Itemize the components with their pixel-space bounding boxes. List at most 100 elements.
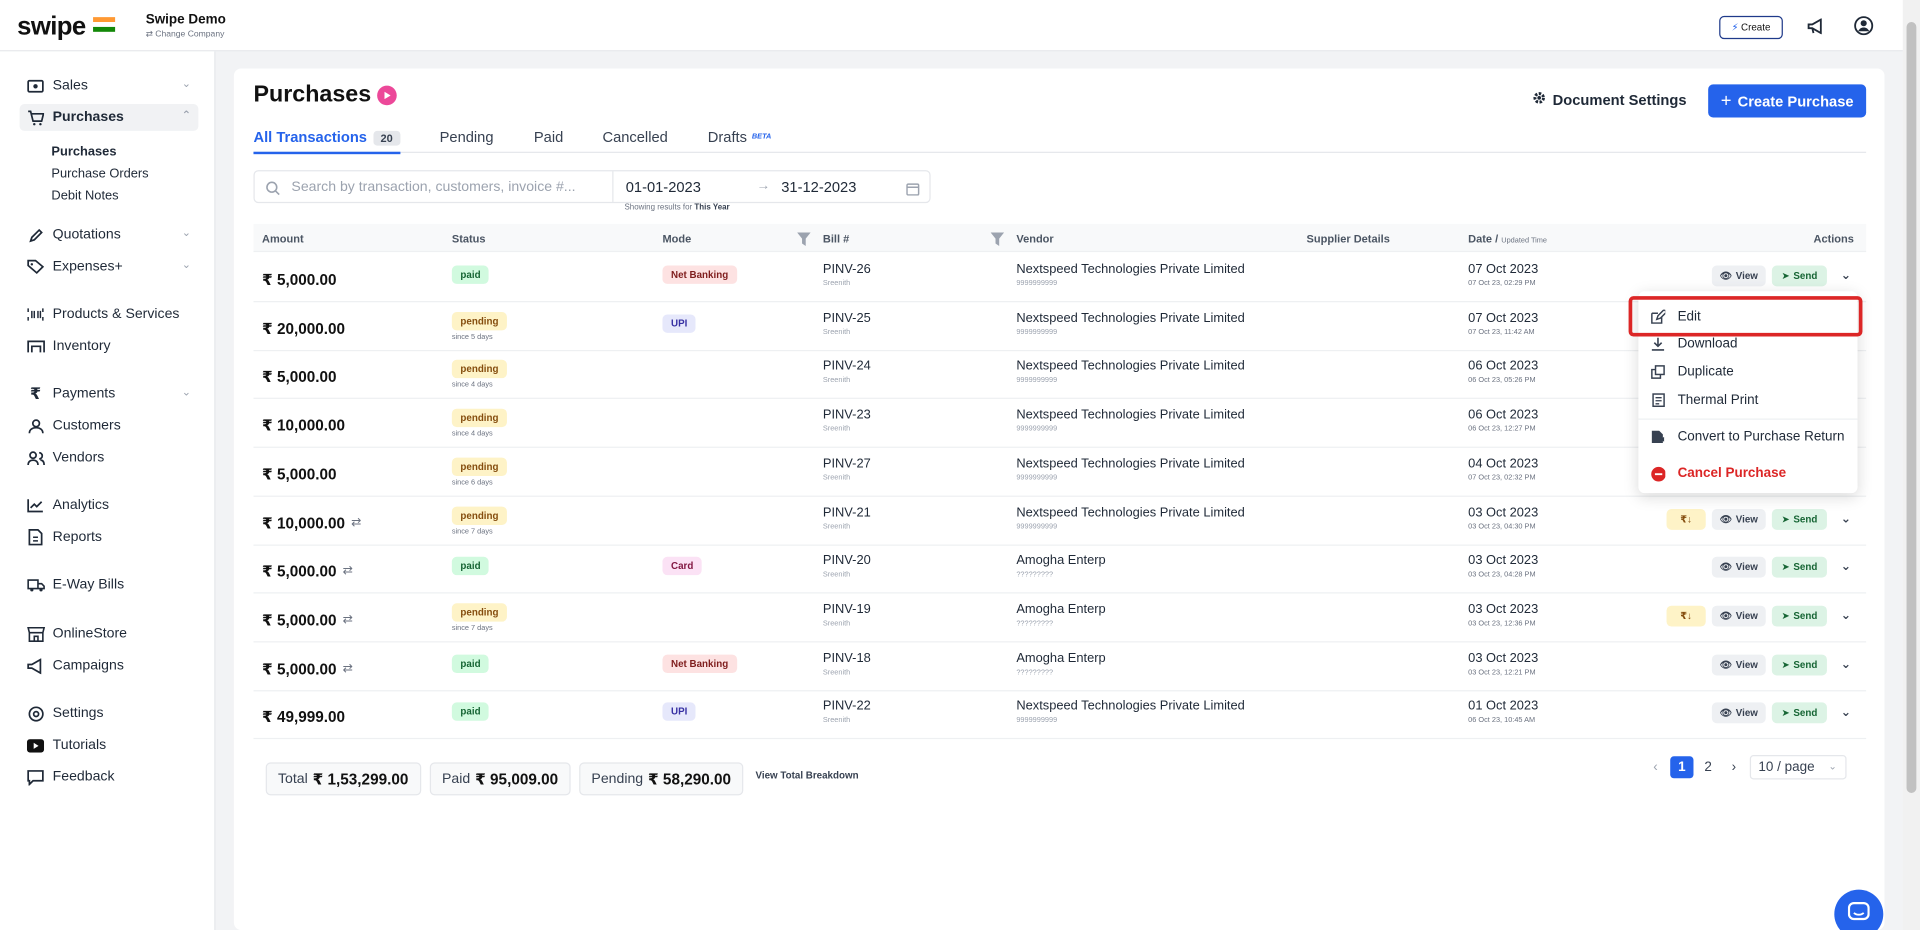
bill-number[interactable]: PINV-27 xyxy=(823,456,871,471)
more-actions-chevron-icon[interactable]: ⌄ xyxy=(1835,654,1857,675)
menu-item-convert-purchase-return[interactable]: Convert to Purchase Return xyxy=(1651,425,1849,449)
sidebar-item-sales[interactable]: Sales ⌄ xyxy=(20,72,199,99)
bill-number[interactable]: PINV-18 xyxy=(823,651,871,666)
view-button[interactable]: 👁︎ View xyxy=(1711,702,1766,724)
send-button[interactable]: ➤ Send xyxy=(1771,557,1827,578)
sidebar-item-vendors[interactable]: Vendors xyxy=(20,444,199,471)
per-page-select[interactable]: 10 / page ⌄ xyxy=(1749,755,1847,780)
header-vendor[interactable]: Vendor xyxy=(1016,233,1053,245)
sidebar-item-purchases[interactable]: Purchases ⌃ xyxy=(19,104,199,131)
record-payment-button[interactable]: ₹↓ xyxy=(1666,508,1706,530)
more-actions-chevron-icon[interactable]: ⌄ xyxy=(1835,557,1857,578)
more-actions-chevron-icon[interactable]: ⌄ xyxy=(1835,702,1857,724)
search-input[interactable] xyxy=(291,176,610,199)
pagination-page-1[interactable]: 1 xyxy=(1670,756,1694,779)
send-button[interactable]: ➤ Send xyxy=(1771,654,1827,675)
view-button[interactable]: 👁︎ View xyxy=(1711,508,1766,530)
send-button[interactable]: ➤ Send xyxy=(1771,702,1827,724)
table-row[interactable]: ₹ 10,000.00 ⇄ pending since 7 days PINV-21 Sr… xyxy=(253,496,1867,546)
pagination-next[interactable]: › xyxy=(1727,756,1742,778)
bill-number[interactable]: PINV-21 xyxy=(823,505,871,520)
vendor-name[interactable]: Nextspeed Technologies Private Limited xyxy=(1016,456,1244,471)
table-row[interactable]: ₹ 20,000.00 pending since 5 days UPI PINV-25… xyxy=(253,302,1867,351)
table-row[interactable]: ₹ 49,999.00 paid UPI PINV-22 Sreenith Nextspe… xyxy=(253,691,1867,740)
tab-drafts[interactable]: Drafts BETA xyxy=(708,128,772,145)
table-row[interactable]: ₹ 10,000.00 pending since 4 days PINV-23 Sre… xyxy=(253,399,1867,448)
user-account-icon[interactable] xyxy=(1853,15,1875,37)
table-row[interactable]: ₹ 5,000.00 ⇄ paid Card PINV-20 Sreenith Amogha… xyxy=(253,545,1867,594)
bill-number[interactable]: PINV-24 xyxy=(823,359,871,374)
header-amount[interactable]: Amount xyxy=(262,233,304,245)
vendor-name[interactable]: Nextspeed Technologies Private Limited xyxy=(1016,262,1244,277)
create-purchase-button[interactable]: + Create Purchase xyxy=(1708,84,1867,118)
play-video-icon[interactable] xyxy=(377,85,397,106)
vendor-name[interactable]: Amogha Enterp xyxy=(1016,602,1105,617)
bill-number[interactable]: PINV-22 xyxy=(823,699,871,714)
date-from-input[interactable]: 01-01-2023 xyxy=(626,179,701,196)
table-row[interactable]: ₹ 5,000.00 ⇄ paid Net Banking PINV-18 Sreenit… xyxy=(253,642,1867,691)
pagination-page-2[interactable]: 2 xyxy=(1698,756,1718,778)
sidebar-item-products-services[interactable]: Products & Services xyxy=(20,301,199,328)
menu-item-cancel-purchase[interactable]: Cancel Purchase xyxy=(1651,461,1849,485)
table-row[interactable]: ₹ 5,000.00 pending since 6 days PINV-27 Sree… xyxy=(253,448,1867,497)
vendor-name[interactable]: Nextspeed Technologies Private Limited xyxy=(1016,699,1244,714)
more-actions-chevron-icon[interactable]: ⌄ xyxy=(1835,265,1857,287)
view-button[interactable]: 👁︎ View xyxy=(1711,265,1766,287)
sidebar-item-eway-bills[interactable]: E-Way Bills xyxy=(20,571,199,598)
menu-item-thermal-print[interactable]: Thermal Print xyxy=(1651,388,1849,412)
sidebar-item-tutorials[interactable]: Tutorials xyxy=(20,732,199,759)
header-status[interactable]: Status xyxy=(452,233,486,245)
calendar-icon[interactable] xyxy=(906,180,920,202)
header-date[interactable]: Date / Updated Time xyxy=(1468,233,1547,245)
bill-number[interactable]: PINV-25 xyxy=(823,310,871,325)
date-to-input[interactable]: 31-12-2023 xyxy=(781,179,856,196)
chat-support-button[interactable] xyxy=(1834,889,1884,930)
table-row[interactable]: ₹ 5,000.00 ⇄ pending since 7 days PINV-19 Sre… xyxy=(253,593,1867,643)
sidebar-item-customers[interactable]: Customers xyxy=(20,412,199,439)
create-button[interactable]: ⚡ Create xyxy=(1719,15,1783,40)
vendor-name[interactable]: Nextspeed Technologies Private Limited xyxy=(1016,359,1244,374)
tab-pending[interactable]: Pending xyxy=(440,128,494,145)
bill-number[interactable]: PINV-19 xyxy=(823,602,871,617)
more-actions-chevron-icon[interactable]: ⌄ xyxy=(1835,508,1857,530)
bill-number[interactable]: PINV-26 xyxy=(823,262,871,277)
change-company-link[interactable]: ⇄ Change Company xyxy=(146,29,226,40)
tab-cancelled[interactable]: Cancelled xyxy=(602,128,667,145)
document-settings-button[interactable]: Document Settings xyxy=(1532,91,1687,109)
filter-icon[interactable] xyxy=(990,230,1005,252)
logo[interactable]: swipe xyxy=(17,12,86,41)
sidebar-item-campaigns[interactable]: Campaigns xyxy=(20,652,199,679)
filter-icon[interactable] xyxy=(797,230,811,252)
sidebar-item-analytics[interactable]: Analytics xyxy=(20,492,199,519)
tab-paid[interactable]: Paid xyxy=(534,128,563,145)
record-payment-button[interactable]: ₹↓ xyxy=(1666,605,1706,627)
sidebar-item-reports[interactable]: Reports xyxy=(20,524,199,551)
sidebar-subitem-purchase-orders[interactable]: Purchase Orders xyxy=(51,166,148,181)
vendor-name[interactable]: Nextspeed Technologies Private Limited xyxy=(1016,310,1244,325)
table-row[interactable]: ₹ 5,000.00 pending since 4 days PINV-24 Sree… xyxy=(253,350,1867,400)
more-actions-chevron-icon[interactable]: ⌄ xyxy=(1835,605,1857,627)
megaphone-icon[interactable] xyxy=(1805,15,1827,37)
sidebar-item-payments[interactable]: ₹ Payments ⌄ xyxy=(20,381,199,408)
sidebar-item-onlinestore[interactable]: OnlineStore xyxy=(20,620,199,647)
header-bill[interactable]: Bill # xyxy=(823,233,849,245)
pagination-prev[interactable]: ‹ xyxy=(1648,756,1663,778)
tab-all-transactions[interactable]: All Transactions 20 xyxy=(253,128,401,146)
sidebar-subitem-debit-notes[interactable]: Debit Notes xyxy=(51,188,118,203)
send-button[interactable]: ➤ Send xyxy=(1771,605,1827,627)
send-button[interactable]: ➤ Send xyxy=(1771,265,1827,287)
sidebar-item-inventory[interactable]: Inventory xyxy=(20,333,199,360)
sidebar-subitem-purchases[interactable]: Purchases xyxy=(51,144,116,159)
vendor-name[interactable]: Amogha Enterp xyxy=(1016,651,1105,666)
vendor-name[interactable]: Nextspeed Technologies Private Limited xyxy=(1016,505,1244,520)
send-button[interactable]: ➤ Send xyxy=(1771,508,1827,530)
view-button[interactable]: 👁︎ View xyxy=(1711,557,1766,578)
scrollbar[interactable] xyxy=(1902,0,1920,930)
vendor-name[interactable]: Amogha Enterp xyxy=(1016,553,1105,568)
header-mode[interactable]: Mode xyxy=(662,233,691,245)
sidebar-item-expenses[interactable]: Expenses+ ⌄ xyxy=(20,253,199,280)
company-switcher[interactable]: Swipe Demo ⇄ Change Company xyxy=(146,12,226,39)
bill-number[interactable]: PINV-20 xyxy=(823,553,871,568)
vendor-name[interactable]: Nextspeed Technologies Private Limited xyxy=(1016,408,1244,423)
sidebar-item-quotations[interactable]: Quotations ⌄ xyxy=(20,221,199,248)
